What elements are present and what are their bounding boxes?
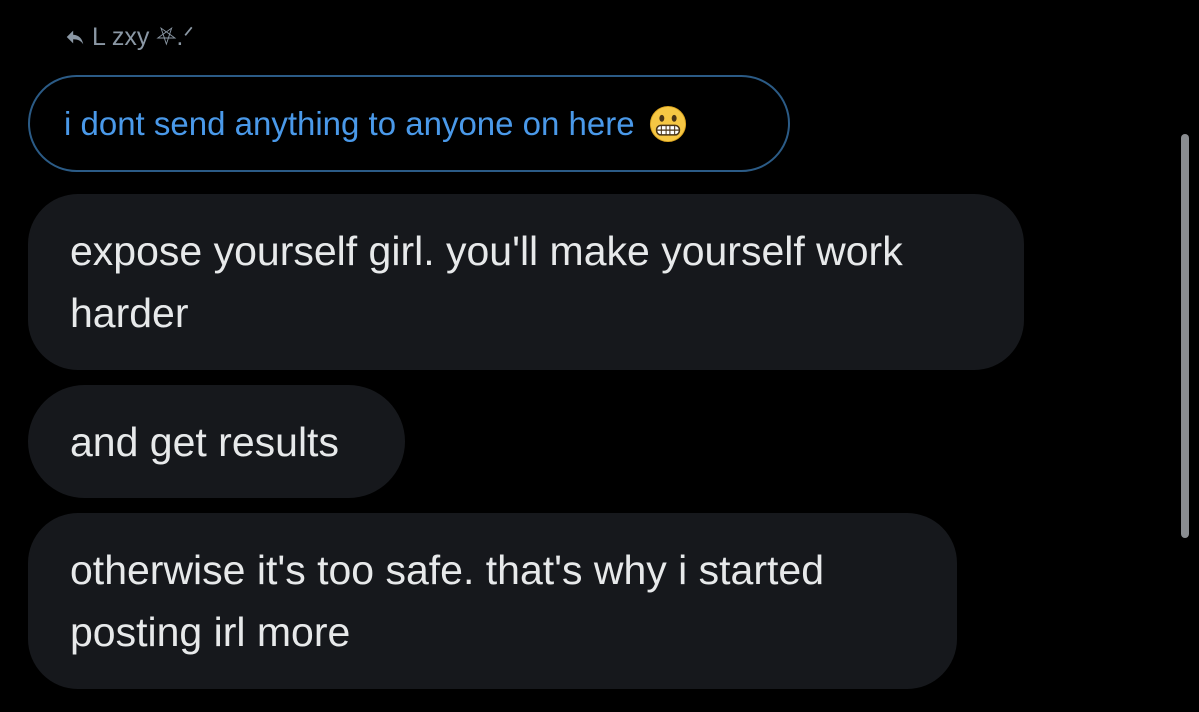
message-text: and get results <box>70 418 339 465</box>
message-bubble[interactable]: expose yourself girl. you'll make yourse… <box>28 194 1024 370</box>
reply-arrow-icon <box>64 26 86 48</box>
scrollbar[interactable] <box>1181 134 1189 538</box>
message-text: expose yourself girl. you'll make yourse… <box>70 228 903 336</box>
grimacing-face-icon <box>649 105 687 143</box>
quoted-message[interactable]: i dont send anything to anyone on here <box>28 75 790 172</box>
message-bubble[interactable]: otherwise it's too safe. that's why i st… <box>28 513 957 689</box>
message-bubble[interactable]: and get results <box>28 385 405 498</box>
reply-context-label: L zxy ⛧.ᐟ <box>92 23 194 51</box>
quoted-message-text: i dont send anything to anyone on here <box>64 104 635 142</box>
message-text: otherwise it's too safe. that's why i st… <box>70 547 824 655</box>
reply-context[interactable]: L zxy ⛧.ᐟ <box>64 20 194 54</box>
